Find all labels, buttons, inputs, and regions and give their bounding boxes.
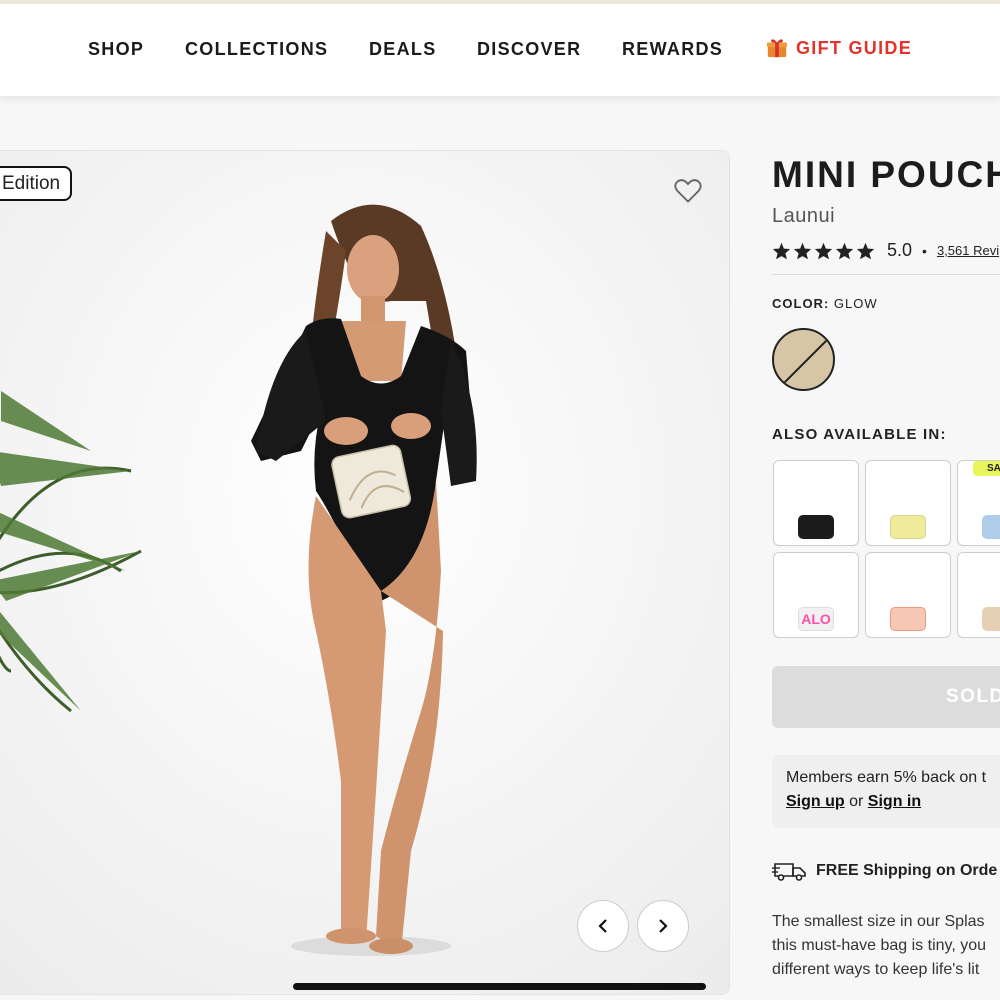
product-title: MINI POUCH	[772, 154, 1000, 195]
members-links: Sign up or Sign in	[786, 793, 1000, 811]
variant-tan[interactable]	[957, 552, 1000, 638]
sign-in-link[interactable]: Sign in	[868, 793, 921, 810]
prev-image-button[interactable]	[577, 900, 629, 952]
rating-value: 5.0	[887, 240, 913, 260]
description-line: this must-have bag is tiny, you	[772, 937, 987, 954]
unavailable-slash	[779, 335, 832, 388]
nav-discover[interactable]: DISCOVER	[477, 39, 581, 60]
color-value: GLOW	[833, 296, 878, 311]
nav-gift-guide[interactable]: GIFT GUIDE	[766, 37, 912, 59]
variant-alo-pouch: ALO	[798, 607, 834, 631]
reviews-link[interactable]: 3,561 Revi	[937, 243, 999, 258]
color-label: COLOR: GLOW	[772, 296, 878, 311]
variant-black[interactable]	[773, 460, 859, 546]
product-gallery[interactable]	[0, 150, 730, 995]
nav-shop[interactable]: SHOP	[88, 39, 144, 60]
also-available-label: ALSO AVAILABLE IN:	[772, 426, 947, 443]
divider	[772, 274, 1000, 275]
members-banner: Members earn 5% back on t Sign up or Sig…	[772, 755, 1000, 828]
color-swatch-glow[interactable]	[772, 328, 835, 391]
star-icon	[772, 242, 791, 259]
truck-icon	[772, 863, 806, 881]
members-text: Members earn 5% back on t	[786, 769, 987, 786]
nav-rewards[interactable]: REWARDS	[622, 39, 723, 60]
product-subtitle: Launui	[772, 205, 836, 227]
description-line: different ways to keep life's lit	[772, 961, 980, 978]
sale-badge: SA	[973, 461, 1000, 476]
separator-dot: •	[922, 242, 927, 259]
variant-yellow[interactable]	[865, 460, 951, 546]
variant-pink-alo[interactable]: ALO	[773, 552, 859, 638]
main-nav: SHOP COLLECTIONS DEALS DISCOVER REWARDS …	[0, 4, 1000, 96]
sold-out-button[interactable]: SOLD	[772, 666, 1000, 728]
color-label-title: COLOR:	[772, 296, 830, 311]
chevron-right-icon	[659, 919, 668, 933]
variant-coral-print[interactable]	[865, 552, 951, 638]
nav-deals[interactable]: DEALS	[369, 39, 437, 60]
star-icon	[814, 242, 833, 259]
next-image-button[interactable]	[637, 900, 689, 952]
product-description: The smallest size in our Splas this must…	[772, 910, 1000, 982]
variant-black-pouch	[798, 515, 834, 539]
product-photo	[0, 151, 729, 994]
star-rating	[772, 242, 875, 260]
rating-row: 5.0 • 3,561 Revi	[772, 240, 999, 261]
variant-coral-pouch	[890, 607, 926, 631]
nav-collections[interactable]: COLLECTIONS	[185, 39, 328, 60]
description-line: The smallest size in our Splas	[772, 913, 985, 930]
star-icon	[793, 242, 812, 259]
chevron-left-icon	[598, 919, 607, 933]
gift-icon	[766, 39, 788, 58]
star-icon	[856, 242, 875, 259]
gift-guide-label: GIFT GUIDE	[796, 37, 912, 58]
sign-up-link[interactable]: Sign up	[786, 793, 845, 810]
shipping-info: FREE Shipping on Orde	[772, 860, 997, 882]
variant-tan-pouch	[982, 607, 1000, 631]
shipping-text: FREE Shipping on Orde	[816, 862, 998, 879]
variant-yellow-pouch	[890, 515, 926, 539]
home-indicator	[293, 983, 706, 990]
variant-blue-pouch	[982, 515, 1000, 539]
star-icon	[835, 242, 854, 259]
edition-badge: Edition	[0, 166, 73, 201]
heart-outline-icon[interactable]	[674, 178, 702, 204]
or-text: or	[849, 793, 864, 810]
